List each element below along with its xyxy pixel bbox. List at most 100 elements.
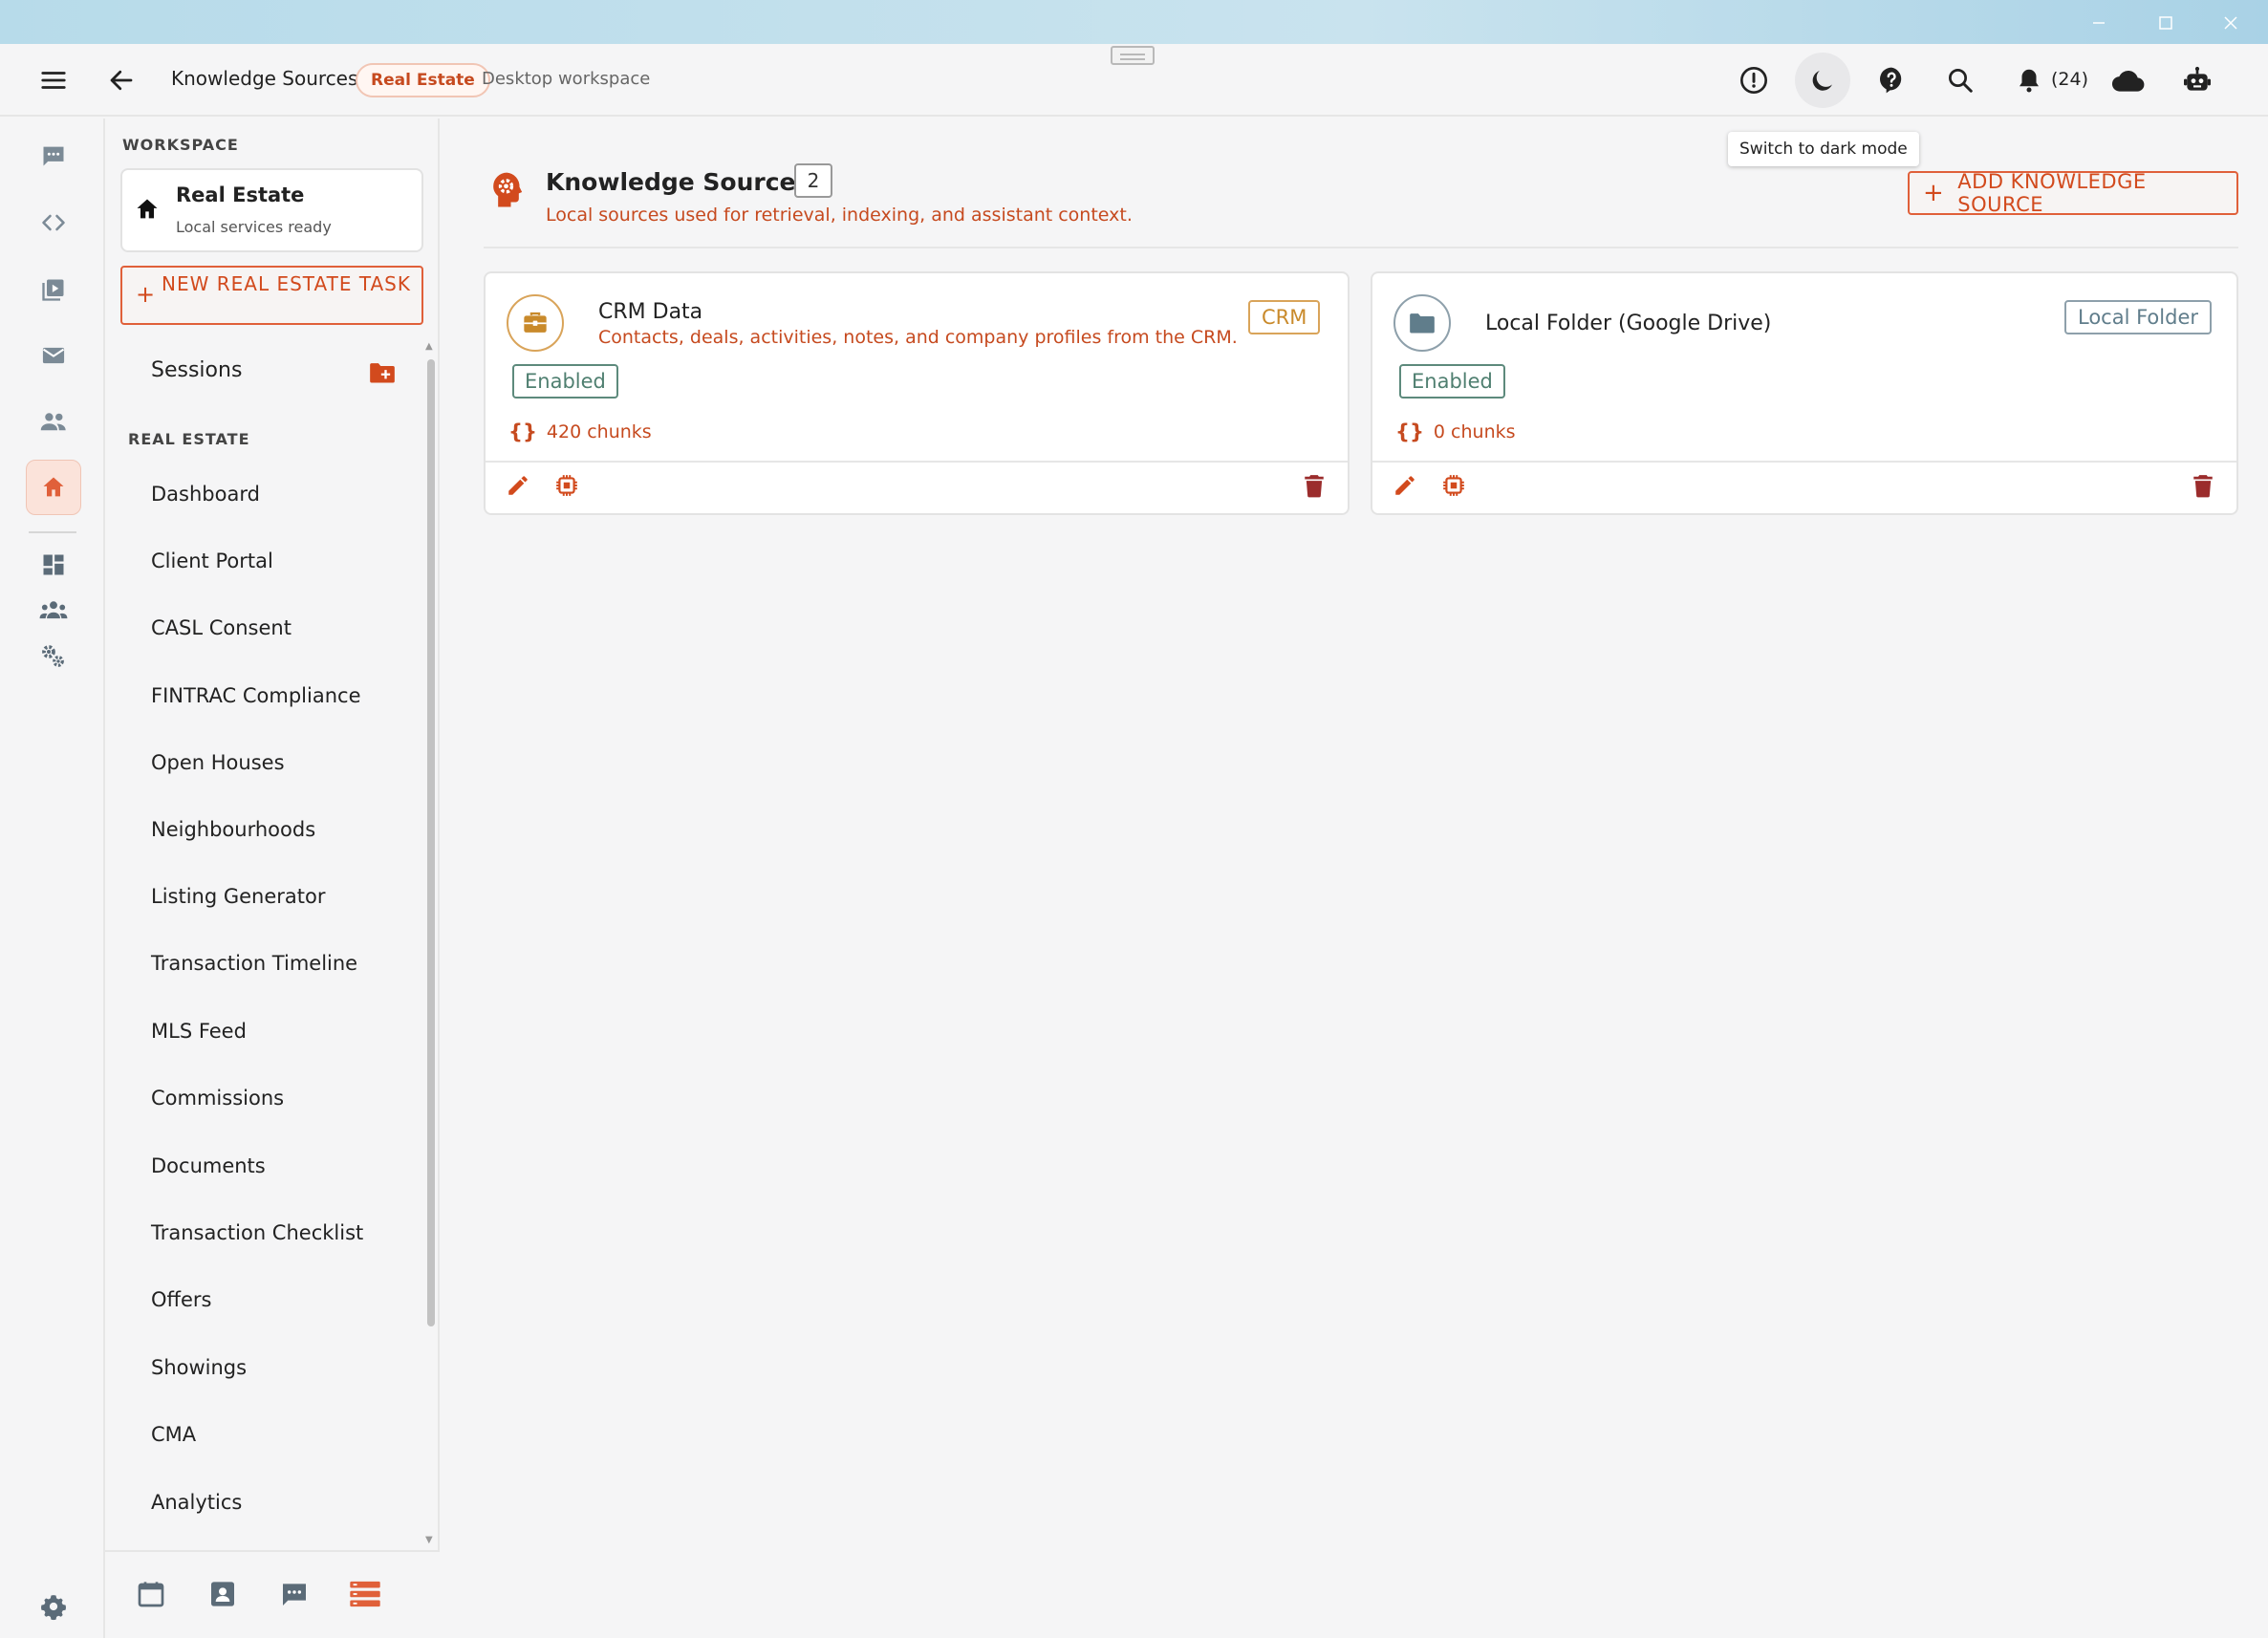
search-button[interactable] [1933, 53, 1988, 108]
contacts-button[interactable] [202, 1573, 244, 1615]
nav-item-listing-generator[interactable]: Listing Generator [151, 885, 326, 908]
workspace-name: Real Estate [176, 183, 305, 206]
assistant-button[interactable] [2170, 53, 2225, 108]
nav-item-showings[interactable]: Showings [151, 1356, 247, 1379]
rail-chat-button[interactable] [26, 128, 81, 183]
close-window-button[interactable] [2212, 10, 2250, 36]
page-subtitle: Local sources used for retrieval, indexi… [546, 205, 1133, 226]
new-session-button[interactable] [369, 361, 396, 384]
window-titlebar[interactable] [0, 0, 2268, 44]
workspace-section-label: WORKSPACE [122, 136, 239, 154]
source-count-badge: 2 [794, 163, 832, 198]
card-footer-divider [1372, 461, 2236, 463]
card-avatar [507, 294, 564, 352]
header-divider [484, 247, 2238, 248]
rail-mail-button[interactable] [26, 328, 81, 383]
close-icon [2224, 16, 2237, 30]
nav-item-mls-feed[interactable]: MLS Feed [151, 1020, 247, 1043]
nav-item-casl-consent[interactable]: CASL Consent [151, 616, 292, 639]
nav-item-documents[interactable]: Documents [151, 1154, 266, 1177]
add-knowledge-source-label: ADD KNOWLEDGE SOURCE [1957, 170, 2147, 216]
knowledge-source-card-crm[interactable]: CRM Data Contacts, deals, activities, no… [484, 271, 1350, 515]
nav-item-client-portal[interactable]: Client Portal [151, 550, 273, 572]
calendar-button[interactable] [130, 1573, 172, 1615]
rail-admin-settings-button[interactable] [26, 629, 81, 684]
scroll-up-arrow[interactable]: ▲ [425, 341, 433, 352]
knowledge-head-icon [489, 170, 528, 210]
edit-source-button[interactable] [1387, 467, 1423, 504]
sidebar-scrollbar-thumb[interactable] [427, 359, 435, 1326]
index-source-button[interactable] [1436, 467, 1472, 504]
data-object-icon: {} [508, 420, 537, 443]
nav-item-dashboard[interactable]: Dashboard [151, 483, 260, 506]
alerts-button[interactable] [1726, 53, 1782, 108]
edit-source-button[interactable] [500, 467, 536, 504]
knowledge-source-card-local-folder[interactable]: Local Folder (Google Drive) Local Folder… [1371, 271, 2238, 515]
breadcrumb-workspace-pill[interactable]: Real Estate [356, 63, 490, 97]
rail-home-button[interactable] [26, 460, 81, 515]
data-object-icon: {} [1395, 420, 1424, 443]
calendar-icon [138, 1582, 164, 1607]
card-chunk-count: {} 0 chunks [1395, 420, 1516, 443]
list-view-button[interactable] [344, 1573, 386, 1615]
back-button[interactable] [94, 53, 149, 108]
card-chunk-count: {} 420 chunks [508, 420, 652, 443]
delete-source-button[interactable] [2185, 467, 2221, 504]
card-type-tag: Local Folder [2064, 300, 2212, 334]
chat-icon [43, 146, 64, 166]
plus-icon: + [136, 281, 157, 308]
nav-item-transaction-checklist[interactable]: Transaction Checklist [151, 1221, 363, 1244]
nav-item-fintrac-compliance[interactable]: FINTRAC Compliance [151, 684, 361, 707]
pencil-icon [508, 476, 528, 495]
new-real-estate-task-button[interactable]: + NEW REAL ESTATE TASK [120, 266, 423, 325]
home-icon [43, 477, 64, 497]
workspace-card[interactable] [120, 168, 423, 252]
card-type-tag: CRM [1248, 300, 1321, 334]
nav-item-neighbourhoods[interactable]: Neighbourhoods [151, 818, 315, 841]
rail-code-button[interactable] [26, 195, 81, 250]
nav-item-commissions[interactable]: Commissions [151, 1087, 284, 1110]
scroll-down-arrow[interactable]: ▼ [425, 1535, 433, 1545]
alert-circle-icon [1740, 67, 1767, 94]
search-icon [1949, 69, 1973, 93]
breadcrumb-title: Knowledge Sources [171, 67, 358, 90]
settings-icon [41, 1595, 66, 1621]
card-footer-divider [486, 461, 1348, 463]
maximize-button[interactable] [2147, 10, 2185, 36]
code-icon [42, 214, 65, 231]
people-icon [40, 413, 66, 431]
sessions-header[interactable]: Sessions [151, 358, 242, 382]
card-title: Local Folder (Google Drive) [1485, 312, 1772, 335]
workspace-home-icon [134, 196, 161, 223]
add-knowledge-source-button[interactable]: + ADD KNOWLEDGE SOURCE [1908, 170, 2238, 216]
sidebar [105, 119, 440, 1638]
nav-item-analytics[interactable]: Analytics [151, 1491, 242, 1514]
folder-icon [1410, 313, 1435, 334]
menu-button[interactable] [26, 53, 81, 108]
plus-icon: + [1923, 179, 1945, 207]
chunk-count-text: 0 chunks [1433, 421, 1516, 442]
nav-item-open-houses[interactable]: Open Houses [151, 751, 285, 774]
dark-mode-toggle[interactable] [1795, 53, 1850, 108]
nav-item-transaction-timeline[interactable]: Transaction Timeline [151, 952, 357, 975]
sync-button[interactable] [2101, 53, 2156, 108]
drag-handle[interactable] [1111, 46, 1155, 65]
messages-button[interactable] [273, 1573, 315, 1615]
help-button[interactable] [1864, 53, 1919, 108]
rail-media-button[interactable] [26, 262, 81, 317]
minimize-button[interactable] [2080, 10, 2118, 36]
processor-icon [556, 475, 577, 496]
admin-settings-icon [42, 645, 64, 667]
rail-people-button[interactable] [26, 394, 81, 449]
back-arrow-icon [110, 70, 133, 91]
delete-source-button[interactable] [1296, 467, 1332, 504]
nav-item-cma[interactable]: CMA [151, 1423, 196, 1446]
notification-count: (24) [2051, 69, 2089, 90]
bell-icon [2020, 69, 2039, 93]
rail-divider [29, 531, 76, 533]
groups-icon [39, 601, 68, 619]
rail-settings-button[interactable] [26, 1579, 81, 1634]
nav-item-offers[interactable]: Offers [151, 1288, 212, 1311]
index-source-button[interactable] [549, 467, 585, 504]
notifications-button[interactable] [2001, 53, 2057, 108]
